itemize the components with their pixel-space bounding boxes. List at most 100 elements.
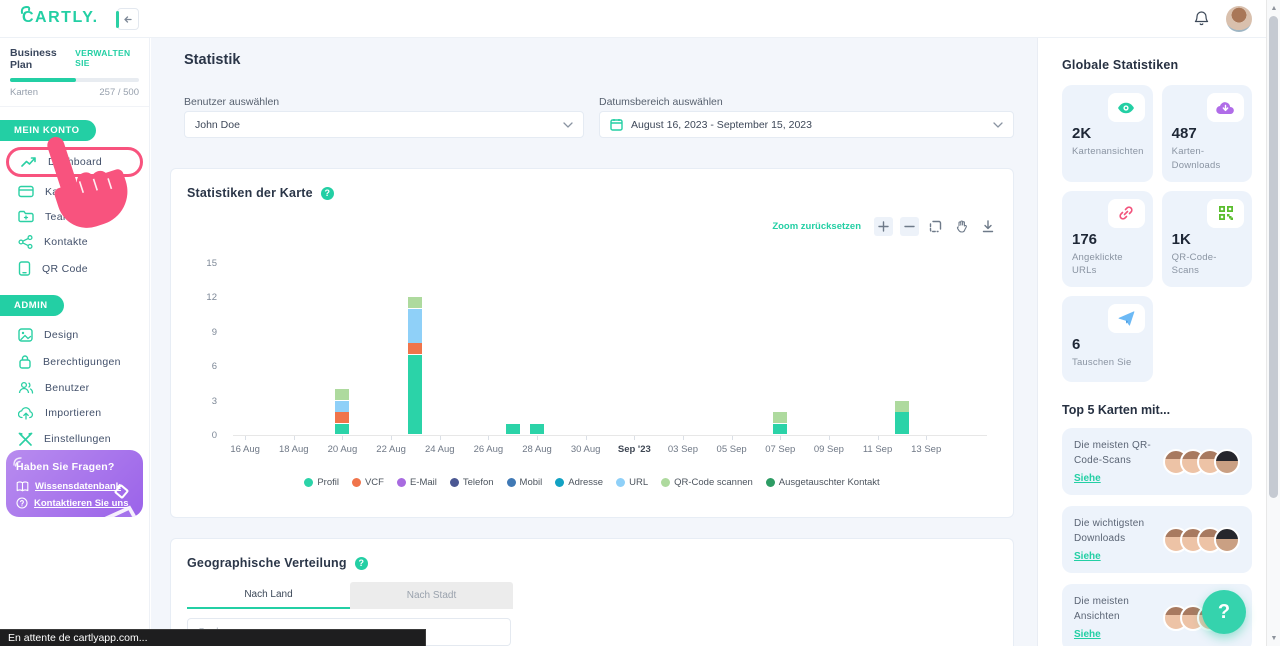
tab-nach-stadt[interactable]: Nach Stadt <box>350 582 513 609</box>
top5-card-qr-scans: Die meisten QR-Code-Scans Siehe <box>1062 428 1252 495</box>
sidebar-item-design[interactable]: Design <box>0 322 149 348</box>
x-axis-tick-label: 30 Aug <box>571 444 601 455</box>
sidebar-item-kontakte[interactable]: Kontakte <box>0 229 149 255</box>
bar-segment-profil[interactable] <box>506 424 520 435</box>
bar-segment-vcf[interactable] <box>335 412 349 423</box>
tab-nach-land[interactable]: Nach Land <box>187 582 350 609</box>
download-icon[interactable] <box>978 217 997 236</box>
legend-item[interactable]: Mobil <box>507 477 543 488</box>
legend-item[interactable]: VCF <box>352 477 384 488</box>
y-axis-tick-label: 3 <box>187 396 217 407</box>
legend-item[interactable]: Profil <box>304 477 339 488</box>
reset-zoom-link[interactable]: Zoom zurücksetzen <box>772 221 861 232</box>
zoom-out-icon[interactable] <box>900 217 919 236</box>
bar-segment-qr-code-scannen[interactable] <box>773 412 787 423</box>
browser-scrollbar[interactable]: ▲ ▼ <box>1266 0 1280 646</box>
manage-plan-link[interactable]: VERWALTEN SIE <box>75 48 141 68</box>
sidebar-collapse-button[interactable] <box>117 8 139 30</box>
bar-segment-qr-code-scannen[interactable] <box>408 297 422 308</box>
x-axis-tick-label: 22 Aug <box>376 444 406 455</box>
bar-segment-url[interactable] <box>408 309 422 343</box>
cloud-upload-icon <box>18 406 34 420</box>
arc-decoration-icon <box>12 455 26 467</box>
global-stats-grid: 2K Kartenansichten 487 Karten-Downloads … <box>1062 85 1252 382</box>
top5-title: Top 5 Karten mit... <box>1062 403 1252 417</box>
global-statistics-title: Globale Statistiken <box>1062 58 1252 72</box>
help-tooltip-icon[interactable]: ? <box>355 557 368 570</box>
scrollbar-thumb[interactable] <box>1269 16 1278 498</box>
chart-card-title: Statistiken der Karte <box>187 186 313 200</box>
sidebar-item-qr-code[interactable]: QR Code <box>0 255 149 282</box>
bar-segment-vcf[interactable] <box>408 343 422 354</box>
user-select[interactable]: John Doe <box>184 111 584 138</box>
x-axis-tick-label: Sep '23 <box>618 444 651 455</box>
notifications-bell-icon[interactable] <box>1193 10 1210 33</box>
legend-item[interactable]: Ausgetauschter Kontakt <box>766 477 880 488</box>
y-axis-tick-label: 6 <box>187 361 217 372</box>
x-axis-tick <box>732 436 733 440</box>
legend-item[interactable]: URL <box>616 477 648 488</box>
help-floating-button[interactable]: ? <box>1202 590 1246 634</box>
legend-dot <box>450 478 459 487</box>
y-axis-tick-label: 9 <box>187 327 217 338</box>
pan-hand-icon[interactable] <box>952 217 971 236</box>
siehe-link[interactable]: Siehe <box>1074 551 1101 562</box>
legend-item[interactable]: QR-Code scannen <box>661 477 753 488</box>
help-tooltip-icon[interactable]: ? <box>321 187 334 200</box>
tools-icon <box>18 432 33 446</box>
sidebar-item-teams[interactable]: Teams <box>0 204 149 229</box>
siehe-link[interactable]: Siehe <box>1074 473 1101 484</box>
x-axis-tick <box>391 436 392 440</box>
legend-item[interactable]: E-Mail <box>397 477 437 488</box>
sidebar-item-karten[interactable]: Karten <box>0 179 149 204</box>
stat-card-exchanges[interactable]: 6 Tauschen Sie <box>1062 296 1153 382</box>
stat-card-views[interactable]: 2K Kartenansichten <box>1062 85 1153 182</box>
bar-segment-qr-code-scannen[interactable] <box>335 389 349 400</box>
stat-card-qr-scans[interactable]: 1K QR-Code-Scans <box>1162 191 1252 288</box>
sidebar-item-benutzer[interactable]: Benutzer <box>0 375 149 400</box>
date-range-select[interactable]: August 16, 2023 - September 15, 2023 <box>599 111 1014 138</box>
siehe-link[interactable]: Siehe <box>1074 629 1101 640</box>
stat-card-clicked-urls[interactable]: 176 Angeklickte URLs <box>1062 191 1153 288</box>
bar-segment-profil[interactable] <box>408 355 422 435</box>
cards-count: 257 / 500 <box>99 87 139 98</box>
bar-segment-url[interactable] <box>335 401 349 412</box>
users-icon <box>18 381 34 394</box>
stat-card-downloads[interactable]: 487 Karten-Downloads <box>1162 85 1252 182</box>
sidebar-item-importieren[interactable]: Importieren <box>0 400 149 426</box>
bar-segment-profil[interactable] <box>335 424 349 435</box>
card-statistics-chart: Statistiken der Karte ? Zoom zurücksetze… <box>170 168 1014 518</box>
account-nav: Dashboard Karten Teams Kontakte QR Code <box>0 147 149 282</box>
chevron-down-icon <box>563 119 573 131</box>
legend-item[interactable]: Adresse <box>555 477 603 488</box>
chart-legend: Profil VCF E-Mail Telefon Mobil Adresse URL QR-… <box>171 477 1013 488</box>
page-title: Statistik <box>184 52 240 68</box>
link-icon <box>1108 199 1145 228</box>
section-admin: ADMIN <box>0 295 64 316</box>
zoom-in-icon[interactable] <box>874 217 893 236</box>
user-avatar[interactable] <box>1226 6 1252 32</box>
bar-segment-qr-code-scannen[interactable] <box>895 401 909 412</box>
legend-item[interactable]: Telefon <box>450 477 494 488</box>
bar-segment-profil[interactable] <box>895 412 909 434</box>
cloud-download-icon <box>1207 93 1244 122</box>
card-icon <box>18 185 34 198</box>
scroll-up-arrow[interactable]: ▲ <box>1267 1 1280 15</box>
geo-card-title: Geographische Verteilung <box>187 556 347 570</box>
x-axis-tick-label: 09 Sep <box>814 444 844 455</box>
bar-segment-profil[interactable] <box>530 424 544 435</box>
geo-tabs: Nach Land Nach Stadt <box>187 582 513 609</box>
x-axis-tick <box>537 436 538 440</box>
date-filter-label: Datumsbereich auswählen <box>599 96 723 108</box>
sidebar-item-einstellungen[interactable]: Einstellungen <box>0 426 149 452</box>
selection-zoom-icon[interactable] <box>926 217 945 236</box>
sidebar-item-berechtigungen[interactable]: Berechtigungen <box>0 348 149 375</box>
x-axis-tick-label: 11 Sep <box>863 444 892 455</box>
x-axis-tick <box>780 436 781 440</box>
bar-segment-profil[interactable] <box>773 424 787 435</box>
scroll-down-arrow[interactable]: ▼ <box>1267 631 1280 645</box>
sidebar-item-dashboard[interactable]: Dashboard <box>6 147 143 177</box>
user-filter-label: Benutzer auswählen <box>184 96 279 108</box>
logo-swirl-icon <box>20 5 32 15</box>
stacked-bar-chart: 1512963016 Aug18 Aug20 Aug22 Aug24 Aug26… <box>187 255 999 471</box>
